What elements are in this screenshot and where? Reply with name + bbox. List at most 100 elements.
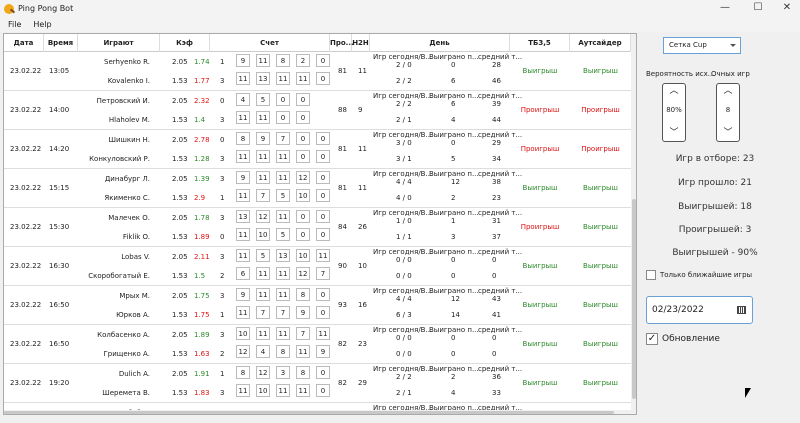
col-pro[interactable]: Про... xyxy=(330,34,354,52)
game-score-cell: 13 xyxy=(236,210,250,223)
cell-date: 23.02.22 xyxy=(10,67,42,75)
col-h2h[interactable]: H2H xyxy=(352,34,370,52)
game-score-cell: 0 xyxy=(316,228,330,241)
game-score-cell: 12 xyxy=(256,366,270,379)
probability-stepper[interactable]: ︿ 80% ﹀ xyxy=(662,83,686,142)
game-score-cell: 11 xyxy=(256,150,270,163)
game-score-cell: 11 xyxy=(316,249,330,262)
game-score-cell: 11 xyxy=(296,345,310,358)
game-score-cell: 0 xyxy=(296,111,310,124)
day-header-won: Выиграно п... xyxy=(429,131,479,139)
cell-coef-2: 1.53 xyxy=(172,350,188,358)
close-button[interactable]: ✕ xyxy=(772,0,800,17)
cell-time: 16:50 xyxy=(49,340,70,348)
day-header-won: Выиграно п... xyxy=(429,365,479,373)
table-row[interactable]: 23.02.22 16:50 Колбасенко А. Грищенко А. 2.0… xyxy=(4,325,634,364)
game-score-cell: 9 xyxy=(236,171,250,184)
probability-value: 80% xyxy=(666,106,682,114)
menu-help[interactable]: Help xyxy=(33,20,51,29)
col-time[interactable]: Время xyxy=(44,34,78,52)
game-score-cell: 6 xyxy=(236,267,250,280)
horizontal-scroll-thumb[interactable] xyxy=(4,411,614,414)
cell-time: 16:30 xyxy=(49,262,70,270)
day-row2-games: 4 / 0 xyxy=(396,194,412,202)
col-player[interactable]: Играют xyxy=(78,34,160,52)
cell-outsider-result: Выигрыш xyxy=(583,301,618,309)
vertical-scrollbar[interactable] xyxy=(631,34,636,414)
cell-h2h: 11 xyxy=(358,145,367,153)
game-score-cell: 11 xyxy=(296,384,310,397)
cell-value-1: 2.11 xyxy=(194,253,210,261)
chevron-down-icon[interactable]: ﹀ xyxy=(722,129,734,138)
col-day[interactable]: День xyxy=(370,34,510,52)
chevron-up-icon[interactable]: ︿ xyxy=(722,87,734,96)
cell-date: 23.02.22 xyxy=(10,262,42,270)
game-score-cell: 0 xyxy=(276,93,290,106)
vertical-scroll-thumb[interactable] xyxy=(632,199,636,399)
cell-sets-1: 1 xyxy=(220,58,225,66)
calendar-icon[interactable] xyxy=(737,306,746,314)
game-score-cell: 11 xyxy=(276,150,290,163)
cell-tb-result: Проигрыш xyxy=(520,106,560,114)
col-outsider[interactable]: Аутсайдер xyxy=(570,34,631,52)
table-row[interactable]: 23.02.22 13:05 Serhyenko R. Kovalenko I. 2.0… xyxy=(4,52,634,91)
col-tb[interactable]: ТБ3,5 xyxy=(510,34,570,52)
col-date[interactable]: Дата xyxy=(4,34,44,52)
horizontal-scrollbar[interactable] xyxy=(4,410,631,414)
day-header-avg: средний т... xyxy=(478,92,523,100)
maximize-button[interactable]: ☐ xyxy=(743,0,773,17)
update-checkbox[interactable]: ✓ xyxy=(646,333,658,345)
cell-pro: 88 xyxy=(338,106,347,114)
date-value: 02/23/2022 xyxy=(652,305,704,315)
game-score-cell: 8 xyxy=(296,366,310,379)
day-header-games: Игр сегодня/В... xyxy=(373,287,433,295)
table-row[interactable]: 23.02.22 16:50 Мрых М. Юрков А. 2.05 1.75 1.53… xyxy=(4,286,634,325)
game-score-cell: 7 xyxy=(316,267,330,280)
table-row[interactable]: 23.02.22 15:30 Малечек О. Fiklik O. 2.05 1.78… xyxy=(4,208,634,247)
table-row[interactable]: 23.02.22 14:20 Шишкин Н. Конкуловский Р. 2.0… xyxy=(4,130,634,169)
cell-player-2: Kovalenko I. xyxy=(107,77,150,85)
table-row[interactable]: 23.02.22 19:20 Dulich A. Шеремета В. 2.05 1.9… xyxy=(4,364,634,403)
cell-player-2: Fiklik O. xyxy=(122,233,150,241)
day-row2-won: 3 xyxy=(451,233,456,241)
table-row[interactable]: 23.02.22 15:15 Динабург Л. Якименко С. 2.05 1… xyxy=(4,169,634,208)
cell-coef-2: 1.53 xyxy=(172,155,188,163)
tournament-select[interactable]: Сетка Cup xyxy=(663,37,741,54)
cell-coef-2: 1.53 xyxy=(172,77,188,85)
day-row2-won: 2 xyxy=(451,194,456,202)
probability-label: Вероятность исх... xyxy=(646,70,715,78)
chevron-down-icon[interactable]: ﹀ xyxy=(668,129,680,138)
cell-sets-2: 3 xyxy=(220,116,225,124)
head-to-head-stepper[interactable]: ︿ 8 ﹀ xyxy=(716,83,740,142)
cell-sets-1: 3 xyxy=(220,331,225,339)
cell-pro: 93 xyxy=(338,301,347,309)
game-score-cell: 0 xyxy=(316,132,330,145)
day-row2-avg: 44 xyxy=(492,116,501,124)
cell-value-1: 1.89 xyxy=(194,331,210,339)
table-row[interactable]: 23.02.22 14:00 Петровский И. Hlaholev M. 2.0… xyxy=(4,91,634,130)
minimize-button[interactable]: — xyxy=(710,0,740,17)
day-row1-won: 12 xyxy=(451,178,460,186)
game-score-cell: 11 xyxy=(256,111,270,124)
day-row1-games: 4 / 4 xyxy=(396,178,412,186)
game-score-cell: 11 xyxy=(256,267,270,280)
col-coef[interactable]: Кэф xyxy=(160,34,210,52)
date-picker[interactable]: 02/23/2022 xyxy=(646,296,753,324)
chevron-up-icon[interactable]: ︿ xyxy=(668,87,680,96)
cell-value-1: 1.74 xyxy=(194,58,210,66)
day-row1-avg: 43 xyxy=(492,295,501,303)
cell-player-2: Конкуловский Р. xyxy=(89,155,150,163)
table-row[interactable]: 23.02.22 16:30 Lobas V. Скоробогатый Е. 2.05… xyxy=(4,247,634,286)
cell-player-1: Мрых М. xyxy=(119,292,150,300)
game-score-cell: 0 xyxy=(316,150,330,163)
nearest-games-checkbox[interactable] xyxy=(646,270,656,280)
day-row1-won: 1 xyxy=(451,217,456,225)
game-score-cell: 0 xyxy=(316,306,330,319)
col-score[interactable]: Счет xyxy=(210,34,330,52)
day-header-avg: средний т... xyxy=(478,326,523,334)
day-header-won: Выиграно п... xyxy=(429,248,479,256)
games-table: Дата Время Играют Кэф Счет Про... H2H Де… xyxy=(3,33,637,415)
day-header-avg: средний т... xyxy=(478,365,523,373)
menu-file[interactable]: File xyxy=(8,20,21,29)
day-row2-won: 5 xyxy=(451,155,456,163)
